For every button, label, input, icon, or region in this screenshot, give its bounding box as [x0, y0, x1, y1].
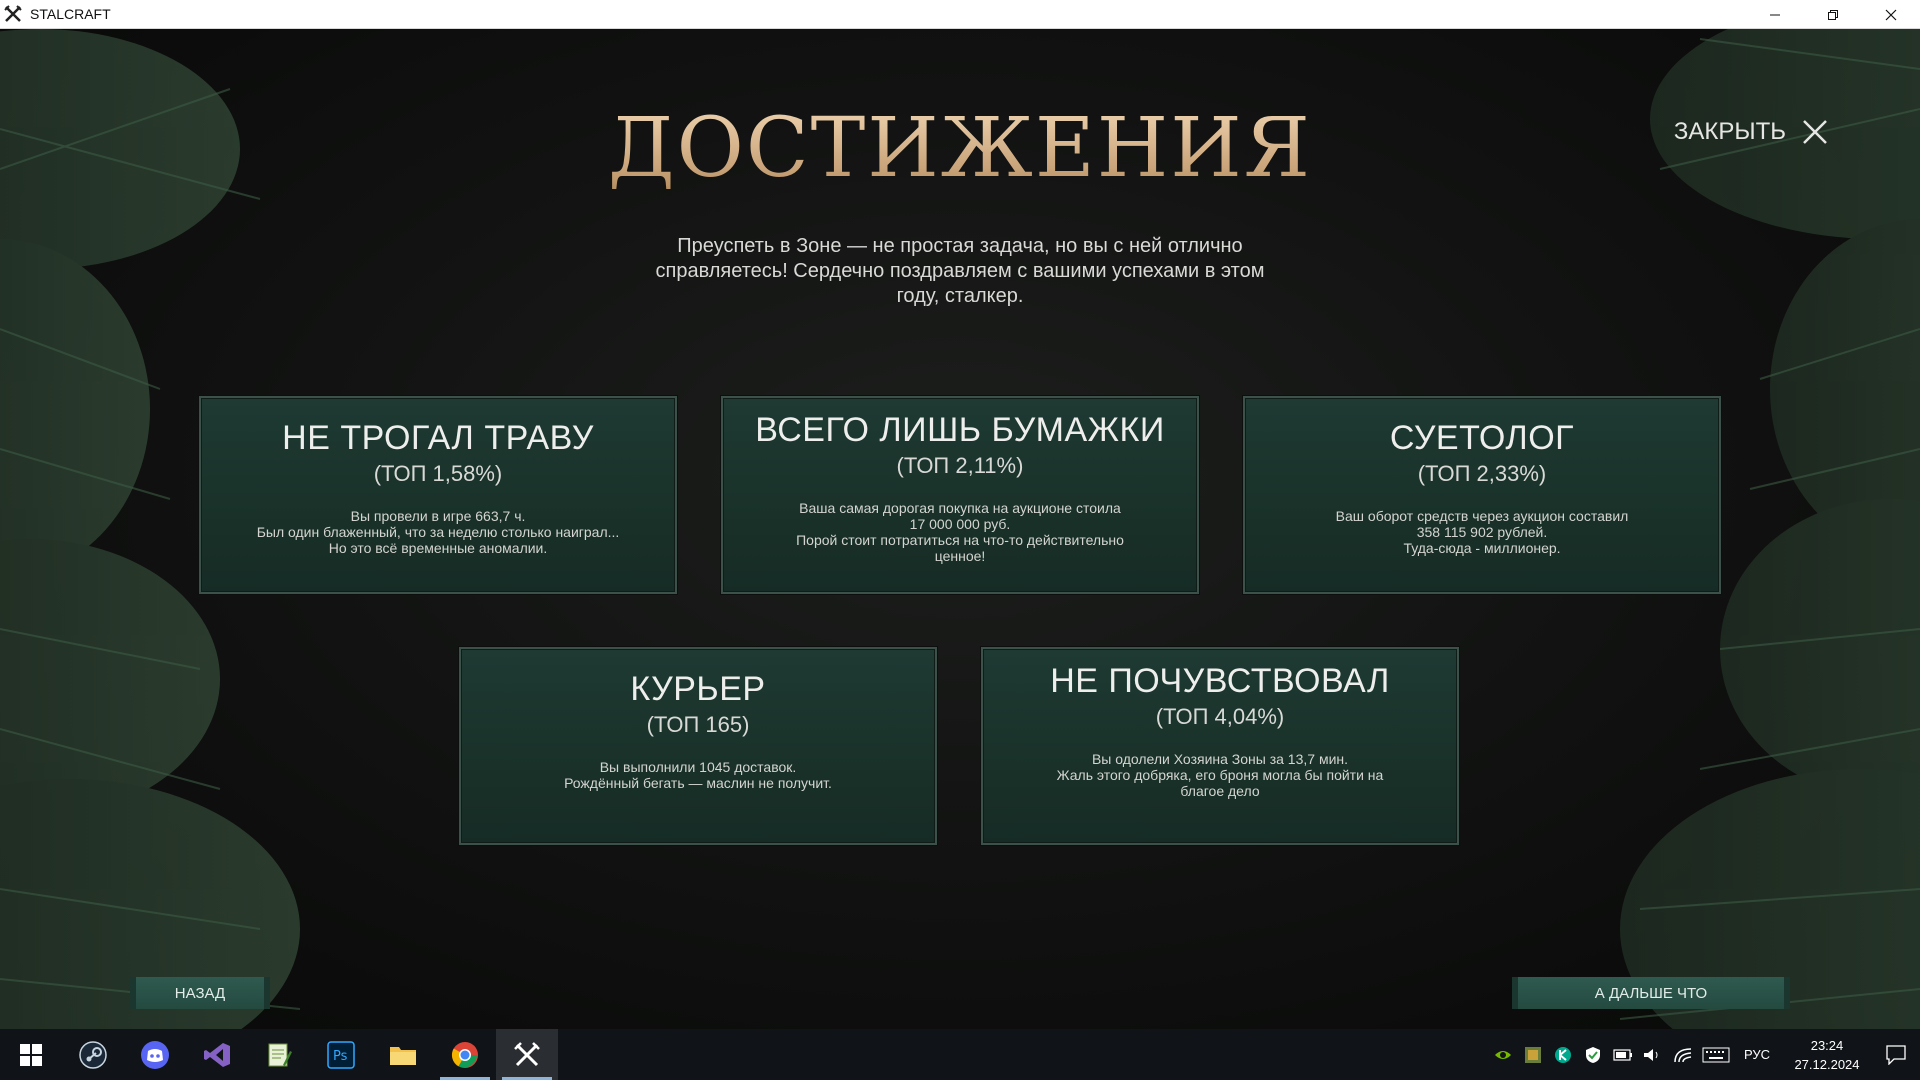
tray-nvidia[interactable] — [1488, 1029, 1518, 1080]
stalcraft-app-icon — [4, 5, 22, 23]
svg-text:Ps: Ps — [333, 1049, 348, 1064]
restore-icon — [1828, 9, 1838, 20]
close-achievements-button[interactable]: ЗАКРЫТЬ — [1674, 117, 1830, 147]
achievement-rank: (ТОП 2,33%) — [1417, 461, 1547, 486]
achievements-screen: ДОСТИЖЕНИЯ Преуспеть в Зоне — не простая… — [0, 29, 1920, 1029]
close-window-button[interactable] — [1862, 0, 1920, 29]
clock-time: 23:24 — [1810, 1037, 1844, 1053]
desc-line: Вы провели в игре 663,7 ч. — [350, 508, 526, 524]
desc-line: Вы выполнили 1045 доставок. — [599, 759, 797, 775]
achievement-title: НЕ ТРОГАЛ ТРАВУ — [282, 419, 594, 457]
minimize-icon — [1770, 14, 1780, 15]
achievement-rank: (ТОП 4,04%) — [1155, 704, 1285, 729]
restore-button[interactable] — [1804, 0, 1862, 29]
notepad-icon — [268, 1043, 292, 1066]
achievement-card-papers: ВСЕГО ЛИШЬ БУМАЖКИ (ТОП 2,11%) Ваша сама… — [721, 396, 1199, 594]
desc-line: Ваш оборот средств через аукцион состави… — [1335, 508, 1629, 524]
system-tray: РУС 23:24 27.12.2024 — [1488, 1029, 1920, 1080]
achievement-description: Вы выполнили 1045 доставок. Рождённый бе… — [461, 759, 935, 791]
chrome-icon — [451, 1041, 478, 1068]
start-button[interactable] — [0, 1029, 62, 1080]
windows-start-icon — [20, 1043, 42, 1066]
achievement-description: Ваш оборот средств через аукцион состави… — [1245, 508, 1719, 556]
desc-line: Ваша самая дорогая покупка на аукционе с… — [799, 500, 1121, 516]
battery-icon — [1613, 1048, 1632, 1061]
desc-line: Но это всё временные аномалии. — [328, 540, 548, 556]
subtitle-line: справляетесь! Сердечно поздравляем с ваш… — [655, 260, 1265, 282]
taskbar-steam[interactable] — [62, 1029, 124, 1080]
desc-line: Рождённый бегать — маслин не получит. — [564, 775, 832, 791]
subtitle-line: году, сталкер. — [896, 285, 1024, 307]
speaker-icon — [1643, 1048, 1658, 1061]
desc-line: ценное! — [934, 548, 986, 564]
desc-line: Порой стоит потратиться на что-то действ… — [796, 532, 1124, 548]
achievement-description: Ваша самая дорогая покупка на аукционе с… — [723, 500, 1197, 564]
desc-line: 358 115 902 рублей. — [1416, 524, 1548, 540]
taskbar-photoshop[interactable]: Ps — [310, 1029, 372, 1080]
desc-line: 17 000 000 руб. — [909, 516, 1011, 532]
taskbar-clock[interactable]: 23:24 27.12.2024 — [1782, 1036, 1872, 1074]
clock-date: 27.12.2024 — [1794, 1056, 1860, 1072]
taskbar-chrome[interactable] — [434, 1029, 496, 1080]
taskbar-stalcraft[interactable] — [496, 1029, 558, 1080]
windows-taskbar: Ps РУС 23:24 27.12.2024 — [0, 1029, 1920, 1080]
close-icon — [1885, 9, 1897, 20]
achievement-rank: (ТОП 165) — [646, 712, 750, 737]
visual-studio-icon — [204, 1042, 230, 1067]
achievement-title: КУРЬЕР — [630, 670, 766, 708]
tray-battery[interactable] — [1608, 1029, 1638, 1080]
achievement-card-hustler: СУЕТОЛОГ (ТОП 2,33%) Ваш оборот средств … — [1243, 396, 1721, 594]
notification-icon — [1886, 1044, 1906, 1065]
page-title: ДОСТИЖЕНИЯ — [0, 101, 1920, 196]
achievement-title: СУЕТОЛОГ — [1389, 419, 1575, 457]
taskbar-notepad[interactable] — [248, 1029, 310, 1080]
achievement-rank: (ТОП 2,11%) — [896, 453, 1024, 478]
window-title-bar: STALCRAFT — [0, 0, 1920, 29]
achievement-card-courier: КУРЬЕР (ТОП 165) Вы выполнили 1045 доста… — [459, 647, 937, 845]
subtitle-line: Преуспеть в Зоне — не простая задача, но… — [677, 235, 1243, 257]
tray-keyboard[interactable] — [1698, 1029, 1734, 1080]
back-button[interactable]: НАЗАД — [130, 977, 270, 1009]
steam-icon — [79, 1040, 107, 1069]
window-title: STALCRAFT — [30, 6, 111, 22]
stalcraft-icon — [514, 1041, 540, 1066]
tray-security[interactable] — [1578, 1029, 1608, 1080]
desc-line: Был один блаженный, что за неделю стольк… — [256, 524, 620, 540]
minimize-button[interactable] — [1746, 0, 1804, 29]
close-label: ЗАКРЫТЬ — [1673, 118, 1786, 145]
taskbar-visual-studio[interactable] — [186, 1029, 248, 1080]
tray-volume[interactable] — [1638, 1029, 1668, 1080]
input-language[interactable]: РУС — [1744, 1047, 1770, 1062]
taskbar-discord[interactable] — [124, 1029, 186, 1080]
kaspersky-icon — [1554, 1046, 1571, 1063]
page-subtitle: Преуспеть в Зоне — не простая задача, но… — [610, 234, 1310, 309]
achievement-card-boss: НЕ ПОЧУВСТВОВАЛ (ТОП 4,04%) Вы одолели Х… — [981, 647, 1459, 845]
achievement-title: ВСЕГО ЛИШЬ БУМАЖКИ — [755, 411, 1165, 449]
taskbar-file-explorer[interactable] — [372, 1029, 434, 1080]
tray-network[interactable] — [1668, 1029, 1698, 1080]
desc-line: Жаль этого добряка, его броня могла бы п… — [1056, 767, 1384, 783]
achievement-description: Вы одолели Хозяина Зоны за 13,7 мин. Жал… — [983, 751, 1457, 799]
achievement-card-grass: НЕ ТРОГАЛ ТРАВУ (ТОП 1,58%) Вы провели в… — [199, 396, 677, 594]
photoshop-icon: Ps — [327, 1040, 355, 1069]
keyboard-icon — [1702, 1047, 1730, 1062]
file-explorer-icon — [390, 1046, 416, 1065]
nvidia-icon — [1494, 1050, 1511, 1059]
wifi-icon — [1674, 1047, 1692, 1062]
tray-kaspersky[interactable] — [1548, 1029, 1578, 1080]
desc-line: благое дело — [1180, 783, 1260, 799]
close-x-icon — [1800, 117, 1830, 147]
desc-line: Туда-сюда - миллионер. — [1403, 540, 1561, 556]
app-tray-icon — [1524, 1046, 1541, 1063]
notifications-button[interactable] — [1872, 1029, 1920, 1080]
tray-app[interactable] — [1518, 1029, 1548, 1080]
achievement-description: Вы провели в игре 663,7 ч. Был один блаж… — [201, 508, 675, 556]
desc-line: Вы одолели Хозяина Зоны за 13,7 мин. — [1091, 751, 1349, 767]
shield-icon — [1585, 1046, 1600, 1063]
discord-icon — [141, 1040, 169, 1069]
achievement-title: НЕ ПОЧУВСТВОВАЛ — [1050, 662, 1390, 700]
achievement-rank: (ТОП 1,58%) — [373, 461, 503, 486]
whats-next-button[interactable]: А ДАЛЬШЕ ЧТО — [1512, 977, 1790, 1009]
